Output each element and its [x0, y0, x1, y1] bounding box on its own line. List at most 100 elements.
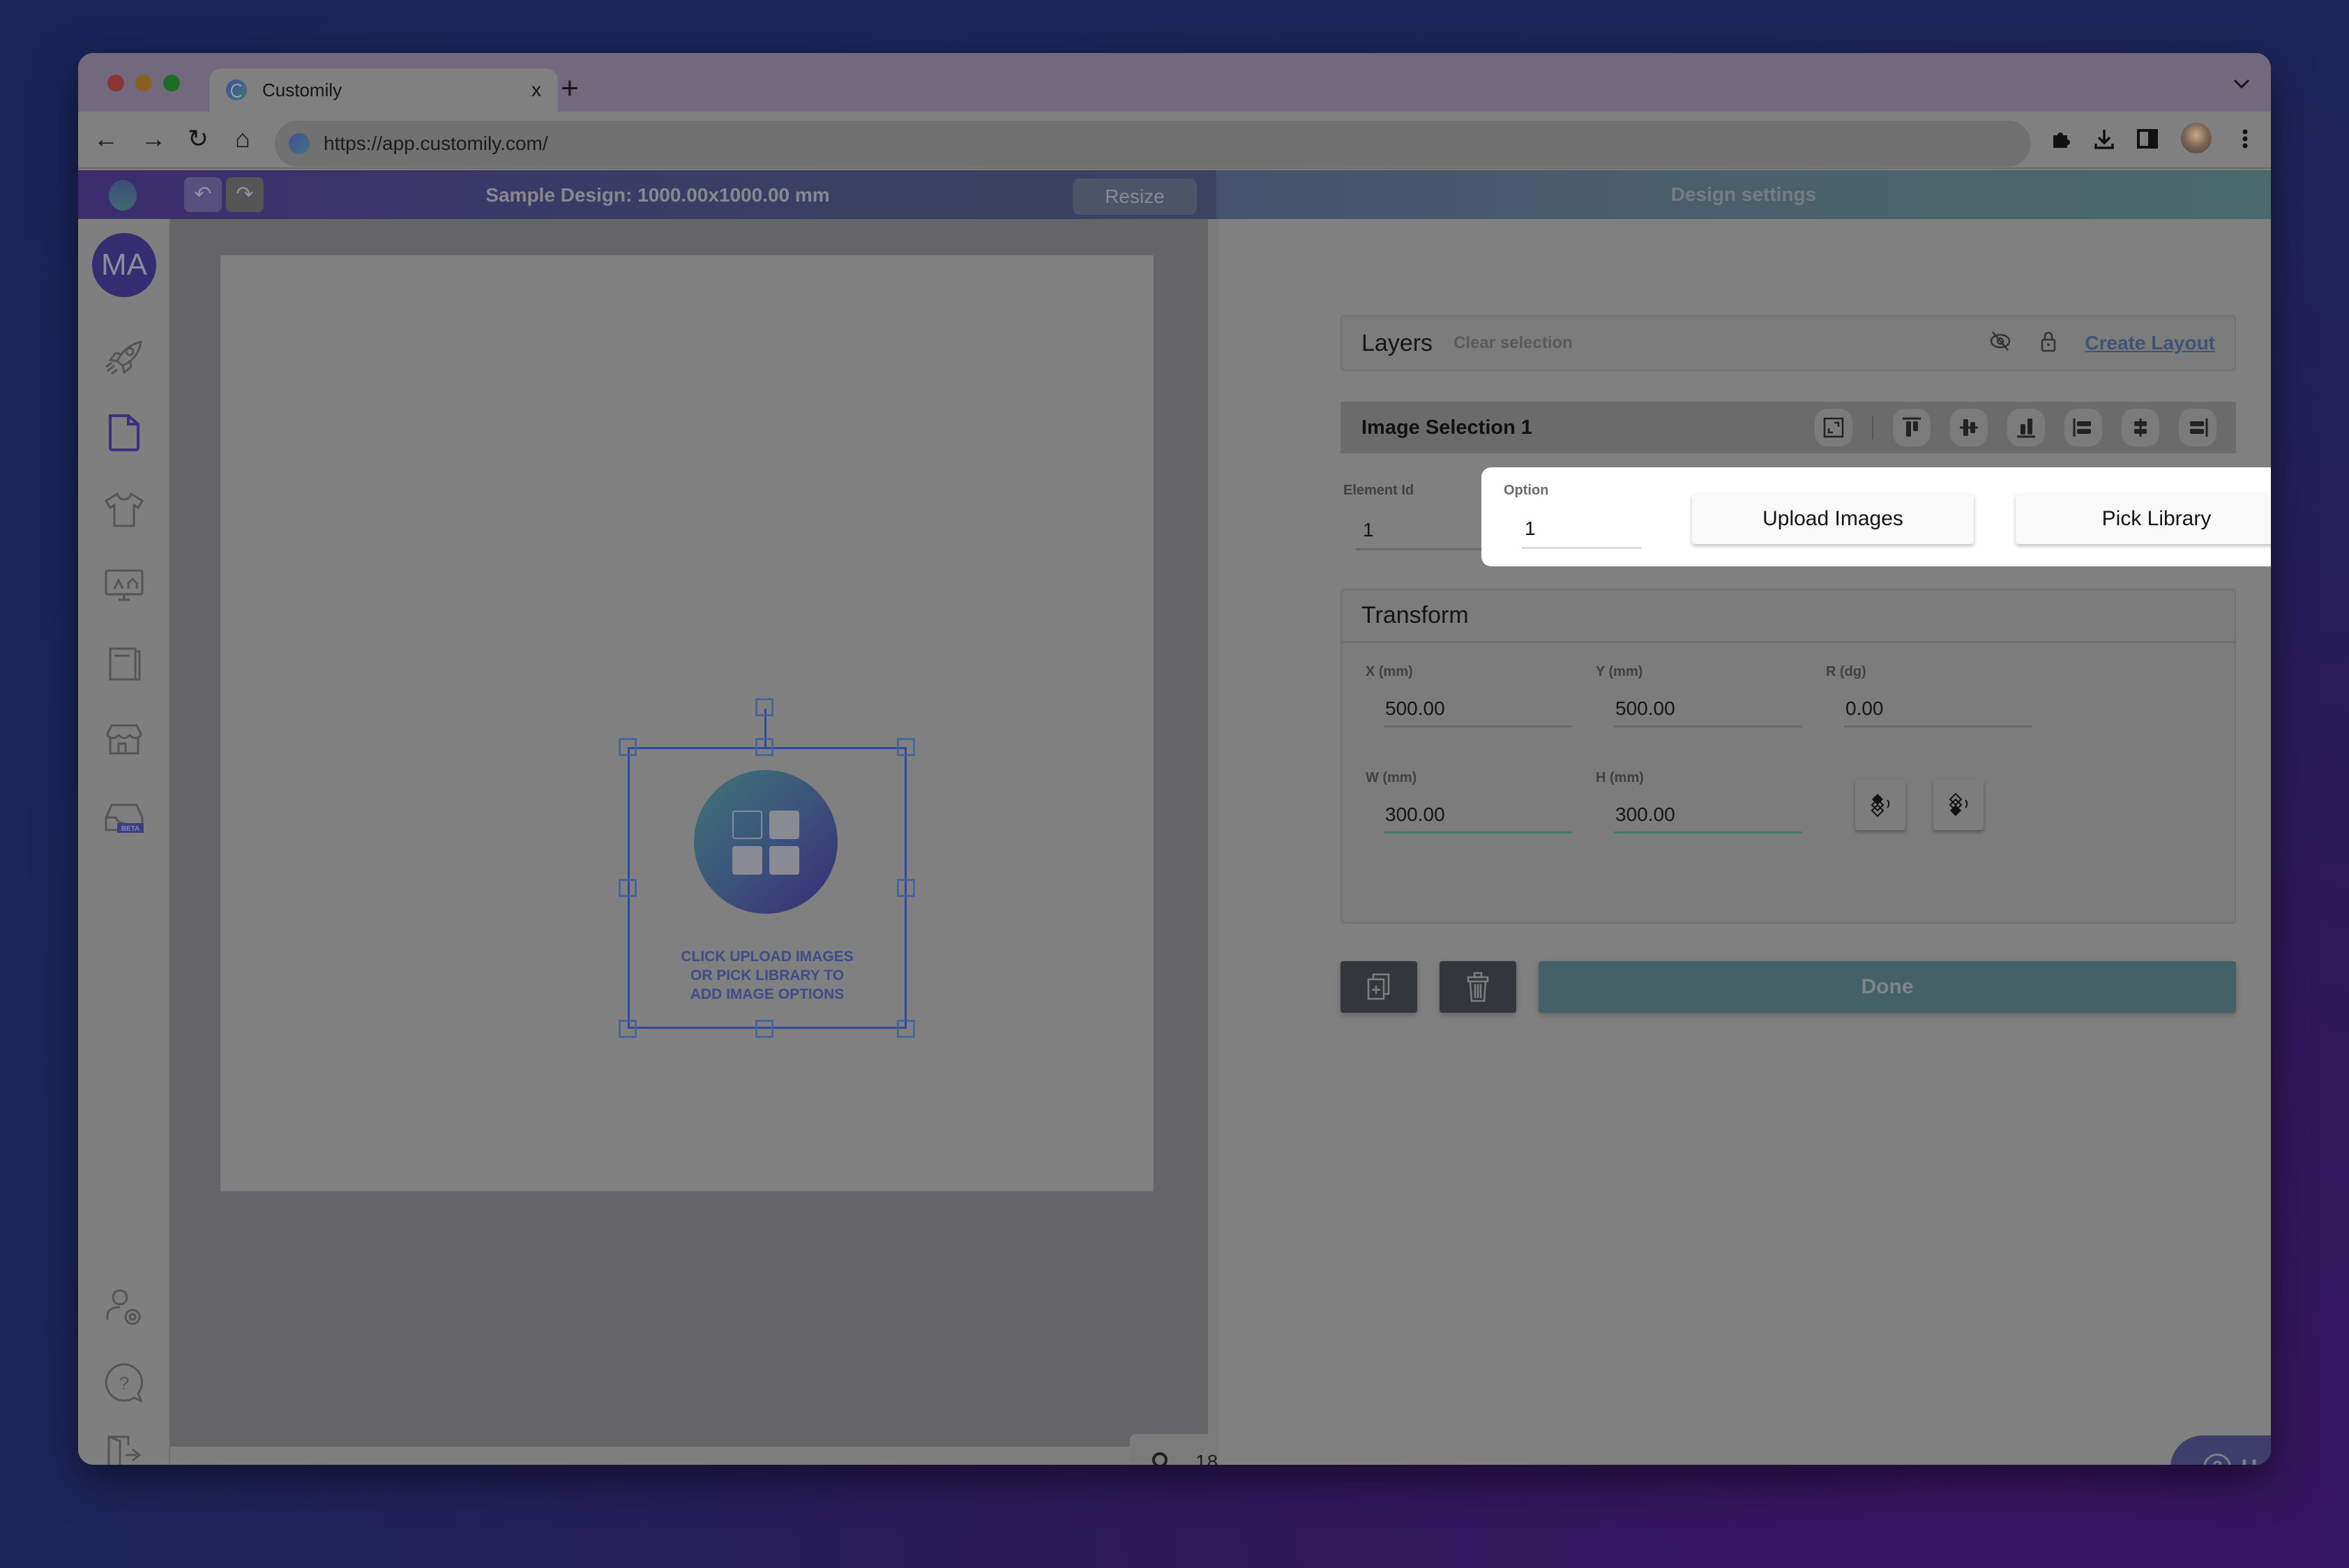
user-avatar[interactable]: MA — [92, 233, 156, 297]
option-label: Option — [1504, 483, 1549, 498]
lock-icon[interactable] — [2040, 330, 2057, 357]
r-underline — [1844, 725, 2032, 728]
align-bottom-icon[interactable] — [2007, 409, 2045, 446]
extensions-icon[interactable] — [2049, 127, 2073, 151]
create-layout-link[interactable]: Create Layout — [2085, 332, 2215, 354]
clear-selection-link[interactable]: Clear selection — [1453, 333, 1988, 353]
delete-button[interactable] — [1440, 961, 1516, 1013]
canvas-horizontal-scrollbar[interactable] — [170, 1447, 1208, 1465]
resize-button[interactable]: Resize — [1073, 179, 1197, 215]
profile-avatar[interactable] — [2181, 123, 2212, 153]
resize-handle-top[interactable] — [755, 738, 773, 756]
align-right-icon[interactable] — [2179, 409, 2216, 446]
image-thumb-icon — [732, 846, 762, 875]
tab-search-chevron-icon[interactable] — [2232, 74, 2251, 96]
selection-name: Image Selection 1 — [1361, 416, 1532, 439]
new-tab-button[interactable]: + — [561, 71, 579, 106]
r-input[interactable]: 0.00 — [1845, 698, 1884, 720]
panel-title: Design settings — [1670, 183, 1817, 205]
x-underline — [1384, 725, 1572, 728]
more-menu-icon[interactable] — [2233, 127, 2257, 151]
store-icon[interactable] — [100, 716, 148, 763]
help-label: Help — [2241, 1455, 2271, 1465]
align-left-icon[interactable] — [2064, 409, 2102, 446]
settings-header: Design settings — [1216, 170, 2271, 219]
option-underline — [1522, 547, 1642, 549]
tab-close-icon[interactable]: x — [531, 79, 541, 101]
folder-icon[interactable] — [100, 639, 148, 686]
element-id-input[interactable]: 1 — [1363, 519, 1374, 541]
resize-handle-left[interactable] — [619, 879, 637, 897]
upload-images-button[interactable]: Upload Images — [1692, 494, 1974, 544]
home-button[interactable]: ⌂ — [229, 124, 257, 153]
r-label: R (dg) — [1826, 664, 1866, 679]
resize-handle-right[interactable] — [897, 879, 915, 897]
y-underline — [1614, 725, 1802, 728]
minimize-window-button[interactable] — [135, 75, 152, 91]
rotation-handle[interactable] — [755, 698, 773, 716]
maximize-window-button[interactable] — [163, 75, 180, 91]
editor-header: ↶ ↷ Sample Design: 1000.00x1000.00 mm Re… — [78, 170, 1216, 219]
image-gallery-placeholder-icon — [694, 770, 838, 914]
x-input[interactable]: 500.00 — [1385, 698, 1445, 720]
back-button[interactable]: ← — [92, 124, 120, 153]
layers-bar: Layers Clear selection Create Layout — [1340, 315, 2236, 371]
site-favicon-icon — [289, 133, 310, 154]
close-window-button[interactable] — [107, 75, 124, 91]
design-settings-panel: Layers Clear selection Create Layout Ima… — [1219, 219, 2271, 1465]
downloads-icon[interactable] — [2092, 127, 2116, 151]
tshirt-icon[interactable] — [100, 485, 148, 533]
hint-line: CLICK UPLOAD IMAGES — [681, 949, 854, 965]
design-title: Sample Design: 1000.00x1000.00 mm — [485, 184, 830, 206]
layers-label[interactable]: Layers — [1361, 330, 1433, 357]
document-icon[interactable] — [100, 409, 148, 456]
h-input[interactable]: 300.00 — [1615, 804, 1675, 826]
help-question-icon: ? — [2203, 1454, 2232, 1465]
resize-handle-bottom[interactable] — [755, 1020, 773, 1038]
rocket-icon[interactable] — [100, 333, 148, 381]
option-input[interactable]: 1 — [1525, 518, 1536, 540]
tab-strip: Customily x + — [78, 53, 2271, 112]
w-input[interactable]: 300.00 — [1385, 804, 1445, 826]
element-id-label: Element Id — [1343, 483, 1414, 498]
help-button[interactable]: ? Help — [2170, 1435, 2271, 1465]
transform-title: Transform — [1342, 590, 2235, 643]
duplicate-icon — [1367, 973, 1390, 1000]
send-backward-icon[interactable] — [1933, 780, 1984, 830]
monitor-art-icon[interactable] — [100, 562, 148, 610]
address-bar[interactable]: https://app.customily.com/ — [275, 121, 2031, 167]
resize-handle-bottom-right[interactable] — [897, 1020, 915, 1038]
align-vertical-center-icon[interactable] — [1950, 409, 1988, 446]
logout-door-icon[interactable] — [100, 1431, 148, 1465]
done-button[interactable]: Done — [1539, 961, 2236, 1013]
tab-title: Customily — [262, 79, 342, 100]
url-text[interactable]: https://app.customily.com/ — [324, 133, 548, 155]
align-horizontal-center-icon[interactable] — [2122, 409, 2159, 446]
duplicate-button[interactable] — [1340, 961, 1417, 1013]
option-upload-card: Option 1 Upload Images Pick Library — [1481, 467, 2271, 566]
inbox-beta-icon[interactable]: BETA — [100, 792, 148, 840]
bring-forward-icon[interactable] — [1855, 780, 1905, 830]
browser-tab[interactable]: Customily x — [209, 68, 558, 112]
reload-button[interactable]: ↻ — [184, 124, 212, 153]
y-input[interactable]: 500.00 — [1615, 698, 1675, 720]
help-bubble-icon[interactable]: ? — [100, 1359, 148, 1406]
fit-to-canvas-icon[interactable] — [1815, 409, 1852, 446]
resize-handle-top-left[interactable] — [619, 738, 637, 756]
canvas-vertical-scrollbar[interactable] — [1208, 219, 1219, 1465]
image-thumb-icon — [732, 811, 762, 839]
browser-window: Customily x + ← → ↻ ⌂ https://app.custom… — [78, 53, 2271, 1465]
forward-button[interactable]: → — [139, 124, 167, 153]
y-label: Y (mm) — [1596, 664, 1643, 679]
align-top-icon[interactable] — [1893, 409, 1931, 446]
svg-text:?: ? — [119, 1373, 129, 1394]
resize-handle-top-right[interactable] — [897, 738, 915, 756]
transform-section: Transform X (mm) 500.00 Y (mm) 500.00 R … — [1340, 589, 2236, 924]
user-gear-icon[interactable] — [100, 1285, 148, 1332]
pick-library-button[interactable]: Pick Library — [2016, 494, 2271, 544]
side-panel-icon[interactable] — [2136, 127, 2159, 151]
browser-toolbar: ← → ↻ ⌂ https://app.customily.com/ — [78, 112, 2271, 169]
design-artboard[interactable] — [220, 255, 1154, 1191]
resize-handle-bottom-left[interactable] — [619, 1020, 637, 1038]
hide-eye-icon[interactable] — [1988, 331, 2012, 356]
